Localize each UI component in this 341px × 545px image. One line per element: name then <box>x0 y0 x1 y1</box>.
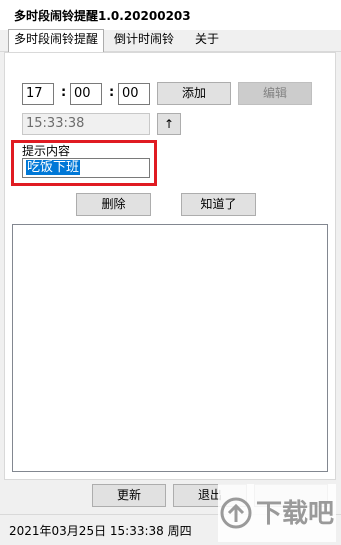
colon-separator: : <box>61 85 67 100</box>
tab-strip: 多时段闹铃提醒 倒计时闹铃 关于 <box>0 29 341 52</box>
delete-button[interactable]: 删除 <box>76 193 151 216</box>
tab-countdown[interactable]: 倒计时闹铃 <box>109 30 179 51</box>
watermark-logo: 下载吧 <box>218 484 336 542</box>
acknowledge-button[interactable]: 知道了 <box>181 193 256 216</box>
highlight-box <box>11 140 157 186</box>
app-window: 多时段闹铃提醒1.0.20200203 多时段闹铃提醒 倒计时闹铃 关于 17 … <box>0 0 341 545</box>
status-datetime: 2021年03月25日 15:33:38 周四 <box>9 524 192 538</box>
title-bar: 多时段闹铃提醒1.0.20200203 <box>0 0 341 30</box>
tab-about[interactable]: 关于 <box>190 30 224 51</box>
edit-button[interactable]: 编辑 <box>238 82 312 105</box>
hour-input[interactable]: 17 <box>22 83 54 105</box>
window-title: 多时段闹铃提醒1.0.20200203 <box>14 9 191 23</box>
current-time-field: 15:33:38 <box>22 113 150 135</box>
tab-multi-alarm[interactable]: 多时段闹铃提醒 <box>8 29 105 52</box>
add-button[interactable]: 添加 <box>157 82 231 105</box>
minute-input[interactable]: 00 <box>70 83 102 105</box>
second-input[interactable]: 00 <box>118 83 150 105</box>
up-arrow-icon: ↑ <box>163 117 175 131</box>
up-arrow-button[interactable]: ↑ <box>157 113 181 135</box>
colon-separator: : <box>109 85 115 100</box>
watermark-text: 下载吧 <box>256 499 334 529</box>
refresh-button[interactable]: 更新 <box>92 484 166 507</box>
alarm-list[interactable] <box>12 224 328 472</box>
